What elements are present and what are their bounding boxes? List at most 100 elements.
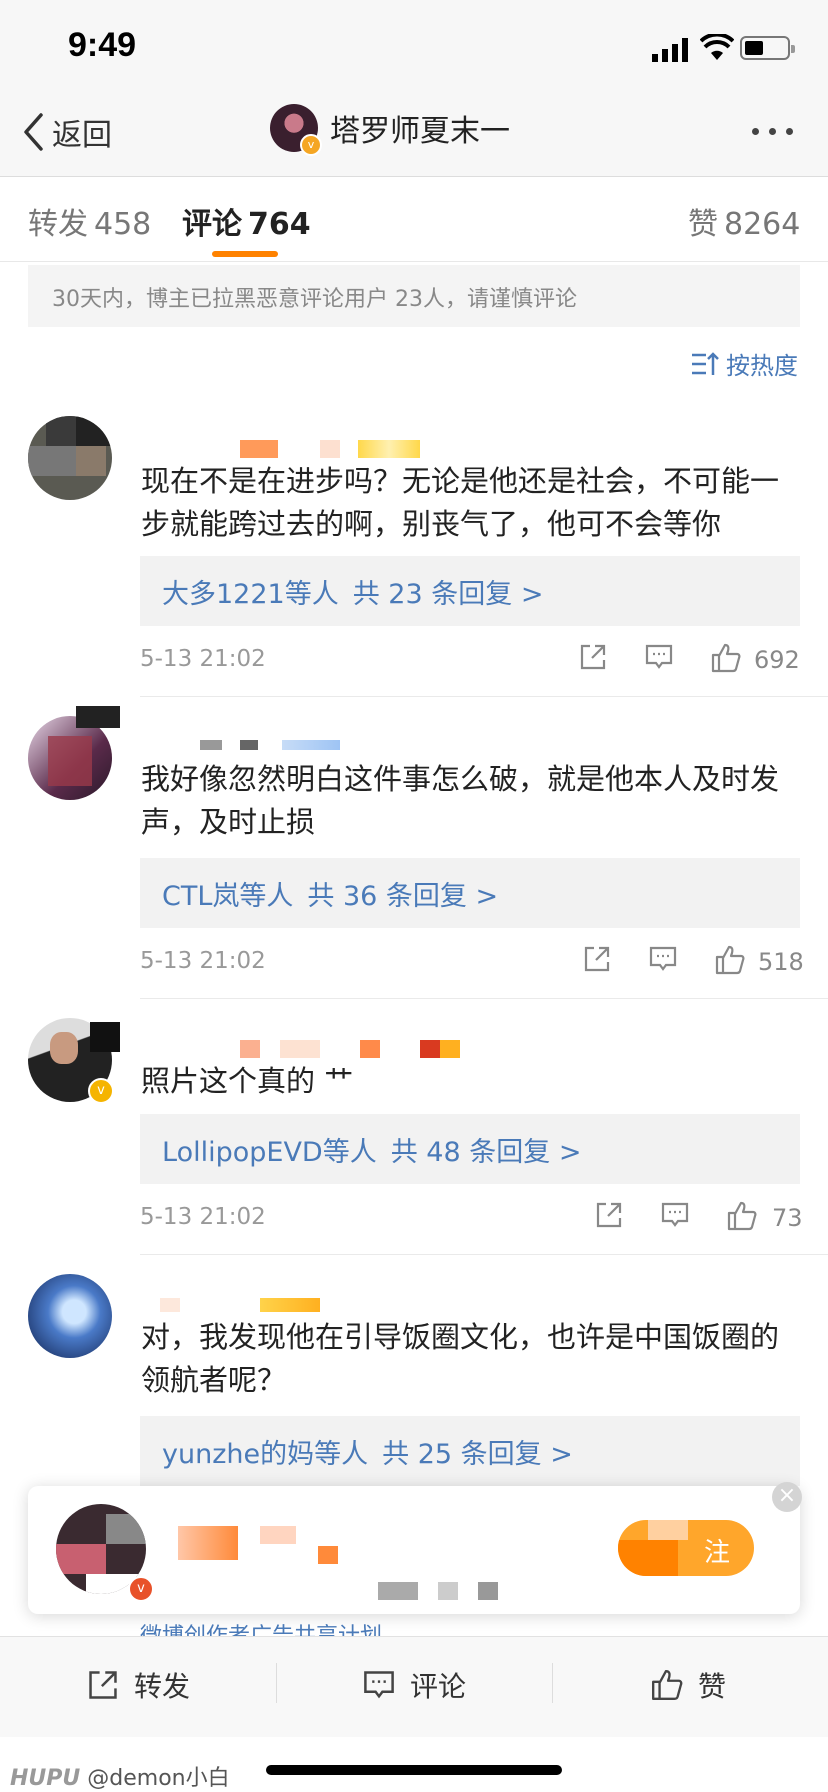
username-redacted bbox=[318, 1546, 338, 1564]
reply-count: 共 48 条回复 > bbox=[390, 1137, 582, 1168]
like-icon[interactable] bbox=[726, 1200, 758, 1232]
watermark-user: @demon小白 bbox=[87, 1766, 230, 1791]
verified-icon: v bbox=[300, 134, 322, 156]
avatar[interactable] bbox=[28, 1274, 112, 1358]
wifi-icon bbox=[700, 34, 734, 60]
like-icon[interactable] bbox=[710, 642, 742, 674]
share-icon bbox=[89, 1671, 117, 1699]
comment-date: 5-13 21:02 bbox=[140, 948, 266, 974]
follow-label: 注 bbox=[703, 1538, 730, 1568]
username-redacted bbox=[260, 1526, 296, 1544]
sort-button[interactable]: 按热度 bbox=[690, 346, 798, 381]
tab-repost[interactable]: 转发 458 bbox=[28, 199, 151, 243]
like-count: 73 bbox=[772, 1204, 803, 1232]
comment-button[interactable]: 评论 bbox=[362, 1665, 466, 1705]
tab-like-label: 赞 bbox=[688, 207, 718, 242]
more-dot-icon bbox=[752, 128, 759, 135]
like-button[interactable]: 赞 bbox=[650, 1665, 726, 1705]
comment-meta: 5-13 21:02 73 bbox=[140, 1200, 803, 1240]
share-icon[interactable] bbox=[582, 944, 612, 974]
avatar[interactable] bbox=[28, 416, 112, 500]
comment-icon bbox=[364, 1671, 394, 1699]
more-dot-icon bbox=[786, 128, 793, 135]
comment-date: 5-13 21:02 bbox=[140, 1204, 266, 1230]
avatar-redacted bbox=[76, 706, 120, 728]
verified-icon: v bbox=[128, 1576, 154, 1602]
badge-redacted bbox=[420, 1040, 460, 1058]
back-label: 返回 bbox=[52, 118, 112, 153]
sort-label: 按热度 bbox=[726, 352, 798, 380]
comment-icon[interactable] bbox=[648, 944, 678, 974]
page-title[interactable]: v 塔罗师夏末一 bbox=[270, 104, 510, 156]
like-count: 518 bbox=[758, 948, 804, 976]
reply-summary[interactable]: 大多1221等人共 23 条回复 > bbox=[140, 556, 800, 626]
comment-text: 现在不是在进步吗？无论是他还是社会，不可能一步就能跨过去的啊，别丧气了，他可不会… bbox=[141, 464, 780, 541]
like-icon[interactable] bbox=[714, 944, 746, 976]
comment-date: 5-13 21:02 bbox=[140, 646, 266, 672]
like-icon bbox=[652, 1670, 683, 1700]
more-dot-icon bbox=[769, 128, 776, 135]
tab-comment-count: 764 bbox=[248, 207, 311, 242]
username-redacted bbox=[240, 440, 278, 458]
username-redacted bbox=[160, 1298, 180, 1312]
tab-like-count: 8264 bbox=[724, 207, 801, 242]
watermark: HUPU @demon小白 bbox=[10, 1760, 230, 1792]
username-redacted bbox=[360, 1040, 380, 1058]
divider bbox=[140, 998, 828, 999]
tab-comment-label: 评论 bbox=[182, 207, 242, 242]
comment-icon[interactable] bbox=[644, 642, 674, 672]
reply-users: 大多1221等人 bbox=[162, 579, 339, 610]
username-redacted bbox=[178, 1526, 238, 1560]
comment-text: 照片这个真的 艹 bbox=[141, 1064, 354, 1098]
sort-icon bbox=[692, 351, 719, 375]
avatar: v bbox=[270, 104, 322, 156]
comment-text: 我好像忽然明白这件事怎么破，就是他本人及时发声，及时止损 bbox=[141, 762, 780, 839]
username-redacted bbox=[280, 1040, 320, 1058]
page-title-text: 塔罗师夏末一 bbox=[330, 114, 510, 149]
watermark-brand: HUPU bbox=[10, 1766, 81, 1791]
notice-text: 30天内，博主已拉黑恶意评论用户 23人，请谨慎评论 bbox=[52, 287, 577, 312]
ad-popup[interactable]: v 注 × bbox=[28, 1482, 802, 1614]
bottom-action-bar: 转发 评论 赞 bbox=[0, 1636, 828, 1737]
tab-bar: 转发 458 评论 764 赞 8264 bbox=[0, 177, 828, 262]
comment-icon[interactable] bbox=[660, 1200, 690, 1230]
reply-users: CTL岚等人 bbox=[162, 881, 294, 912]
text-redacted bbox=[378, 1582, 418, 1600]
tab-repost-label: 转发 bbox=[28, 207, 88, 242]
reply-summary[interactable]: yunzhe的妈等人共 25 条回复 > bbox=[140, 1416, 800, 1486]
verified-icon: v bbox=[88, 1078, 114, 1104]
reply-count: 共 36 条回复 > bbox=[307, 881, 499, 912]
share-icon[interactable] bbox=[578, 642, 608, 672]
comment-meta: 5-13 21:02 518 bbox=[140, 944, 804, 984]
tab-comment[interactable]: 评论 764 bbox=[182, 199, 311, 243]
more-button[interactable] bbox=[752, 128, 793, 135]
divider bbox=[140, 696, 828, 697]
badge-redacted bbox=[260, 1298, 320, 1312]
tab-like[interactable]: 赞 8264 bbox=[688, 199, 800, 243]
reply-summary[interactable]: LollipopEVD等人共 48 条回复 > bbox=[140, 1114, 800, 1184]
reply-count: 共 25 条回复 > bbox=[382, 1439, 573, 1470]
follow-button[interactable]: 注 bbox=[618, 1520, 754, 1576]
like-label: 赞 bbox=[698, 1670, 727, 1703]
badge-redacted bbox=[282, 740, 340, 750]
reply-users: yunzhe的妈等人 bbox=[162, 1439, 369, 1470]
repost-button[interactable]: 转发 bbox=[86, 1665, 190, 1705]
avatar-redacted bbox=[90, 1022, 120, 1052]
username-redacted bbox=[320, 440, 340, 458]
username-redacted bbox=[240, 740, 258, 750]
avatar[interactable] bbox=[28, 716, 112, 800]
notice-banner: 30天内，博主已拉黑恶意评论用户 23人，请谨慎评论 bbox=[28, 265, 800, 327]
share-icon[interactable] bbox=[594, 1200, 624, 1230]
back-button[interactable]: 返回 bbox=[22, 110, 112, 154]
status-bar: 9:49 bbox=[0, 0, 828, 90]
divider bbox=[552, 1663, 553, 1703]
close-icon[interactable]: × bbox=[772, 1482, 802, 1512]
username-redacted bbox=[240, 1040, 260, 1058]
repost-label: 转发 bbox=[134, 1670, 191, 1703]
badge-redacted bbox=[358, 440, 420, 458]
chevron-left-icon bbox=[24, 113, 43, 151]
reply-summary[interactable]: CTL岚等人共 36 条回复 > bbox=[140, 858, 800, 928]
like-count: 692 bbox=[754, 646, 800, 674]
username-redacted bbox=[200, 740, 222, 750]
home-indicator[interactable] bbox=[266, 1765, 562, 1775]
